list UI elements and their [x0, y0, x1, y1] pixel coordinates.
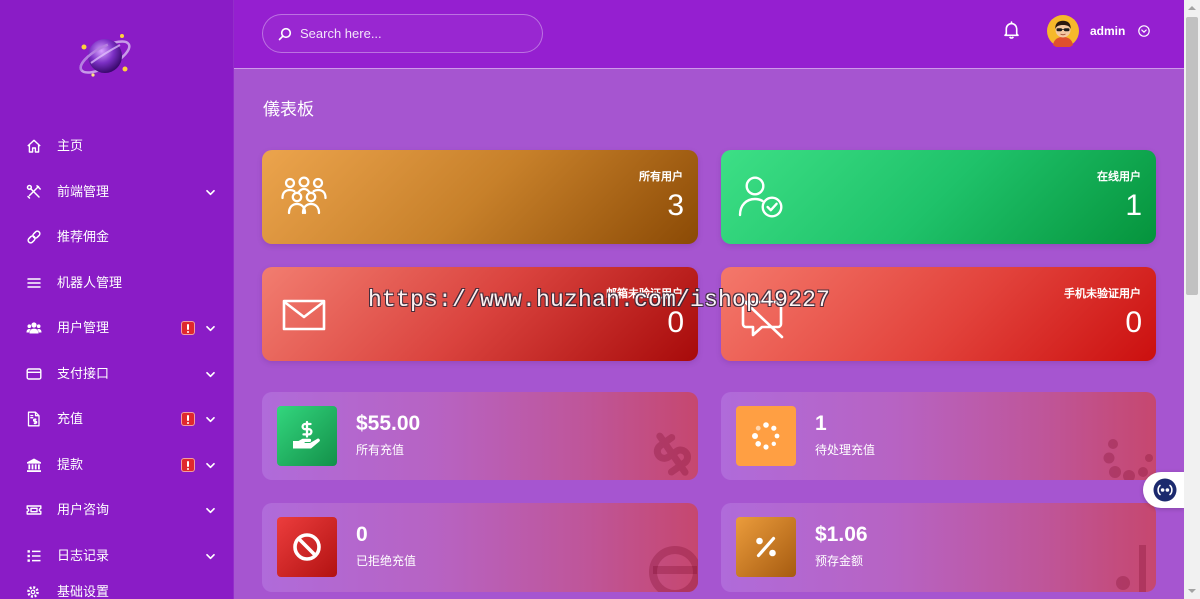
sidebar-item-settings[interactable]: 基础设置	[0, 584, 234, 599]
alert-badge-icon	[181, 458, 195, 472]
summary-label: 待处理充值	[815, 443, 876, 457]
chevron-down-icon[interactable]	[205, 551, 216, 562]
search-input[interactable]	[300, 23, 520, 43]
summary-label: 预存金额	[815, 554, 864, 568]
scroll-up-arrow[interactable]	[1184, 0, 1200, 16]
stat-card-online-users[interactable]: 在线用户 1	[721, 150, 1156, 244]
stat-label: 手机未验证用户	[1064, 288, 1141, 300]
chevron-down-icon[interactable]	[205, 323, 216, 334]
hand-holding-dollar-icon	[277, 406, 337, 466]
spinner-icon	[736, 406, 796, 466]
sidebar-item-recharge[interactable]: 充值	[0, 403, 234, 435]
sidebar-item-consult[interactable]: 用户咨询	[0, 494, 234, 526]
sidebar-item-payment[interactable]: 支付接口	[0, 358, 234, 390]
avatar-icon[interactable]	[1047, 15, 1079, 47]
dashboard-content: 儀表板 所有用户 3 在线用户 1 邮箱未验证用户 0 手机未验证用户 0 $5…	[234, 69, 1184, 599]
chart-bar-icon	[1115, 545, 1150, 592]
stat-value: 3	[667, 189, 684, 222]
sidebar-item-robot[interactable]: 机器人管理	[0, 267, 234, 299]
chevron-down-icon[interactable]	[205, 414, 216, 425]
alert-badge-icon	[181, 321, 195, 335]
envelope-icon	[280, 295, 328, 335]
sidebar-item-label: 用户管理	[57, 320, 110, 335]
dollar-icon	[648, 430, 698, 480]
summary-card-pending-recharge[interactable]: 1 待处理充值	[721, 392, 1156, 480]
scroll-down-arrow[interactable]	[1184, 583, 1200, 599]
link-icon	[26, 229, 42, 245]
chevron-down-icon[interactable]	[205, 460, 216, 471]
summary-value: 1	[815, 412, 827, 435]
bars-icon	[26, 275, 42, 291]
planet-logo-icon[interactable]	[73, 23, 137, 87]
sidebar: 主页 前端管理 推荐佣金 机器人管理 用户管理 支付接口 充值 提款 用户咨询 …	[0, 0, 234, 599]
sidebar-item-label: 日志记录	[57, 548, 110, 563]
users-group-icon	[280, 175, 328, 215]
users-icon	[26, 320, 42, 336]
sidebar-item-home[interactable]: 主页	[0, 130, 234, 162]
stat-card-email-unverified[interactable]: 邮箱未验证用户 0	[262, 267, 698, 361]
stat-card-phone-unverified[interactable]: 手机未验证用户 0	[721, 267, 1156, 361]
ban-icon	[645, 540, 698, 592]
spinner-icon	[1103, 436, 1156, 480]
stat-label: 所有用户	[639, 171, 683, 183]
summary-card-prepaid-amount[interactable]: $1.06 预存金额	[721, 503, 1156, 592]
gear-icon	[26, 585, 40, 599]
chevron-down-icon[interactable]	[205, 187, 216, 198]
summary-label: 所有充值	[356, 443, 405, 457]
search-icon	[278, 27, 292, 41]
summary-value: $1.06	[815, 523, 868, 546]
sidebar-item-label: 提款	[57, 457, 84, 472]
sidebar-item-label: 机器人管理	[57, 275, 123, 290]
sidebar-item-logs[interactable]: 日志记录	[0, 540, 234, 572]
ban-icon	[277, 517, 337, 577]
tools-icon	[26, 184, 42, 200]
sidebar-item-label: 基础设置	[57, 584, 110, 599]
sidebar-item-users[interactable]: 用户管理	[0, 312, 234, 344]
page-scrollbar[interactable]	[1184, 0, 1200, 599]
ticket-icon	[26, 502, 42, 518]
user-check-icon	[737, 173, 785, 221]
percent-icon	[736, 517, 796, 577]
sidebar-item-label: 用户咨询	[57, 502, 110, 517]
watermark-text: https://www.huzhan.com/ishop49227	[368, 287, 831, 313]
stat-label: 在线用户	[1097, 171, 1141, 183]
chevron-down-icon[interactable]	[205, 505, 216, 516]
sidebar-item-label: 主页	[57, 138, 84, 153]
page-title: 儀表板	[263, 100, 314, 119]
sidebar-item-label: 充值	[57, 411, 84, 426]
stat-value: 0	[1125, 306, 1142, 339]
user-name[interactable]: admin	[1090, 23, 1125, 39]
credit-card-icon	[26, 366, 42, 382]
file-invoice-dollar-icon	[26, 411, 42, 427]
bell-icon[interactable]	[1003, 21, 1020, 39]
search-box[interactable]	[262, 14, 543, 53]
summary-value: 0	[356, 523, 368, 546]
chevron-down-icon[interactable]	[205, 369, 216, 380]
list-icon	[26, 548, 42, 564]
stat-card-all-users[interactable]: 所有用户 3	[262, 150, 698, 244]
scrollbar-thumb[interactable]	[1186, 17, 1198, 295]
sidebar-item-label: 推荐佣金	[57, 229, 110, 244]
sidebar-item-referral[interactable]: 推荐佣金	[0, 221, 234, 253]
sidebar-item-withdraw[interactable]: 提款	[0, 449, 234, 481]
stat-value: 1	[1125, 189, 1142, 222]
chevron-circle-down-icon[interactable]	[1138, 25, 1150, 37]
summary-card-total-recharge[interactable]: $55.00 所有充值	[262, 392, 698, 480]
bank-icon	[26, 457, 42, 473]
sidebar-item-label: 支付接口	[57, 366, 110, 381]
home-icon	[26, 138, 42, 154]
summary-label: 已拒绝充值	[356, 554, 417, 568]
chat-widget-button[interactable]	[1143, 472, 1184, 508]
sidebar-item-frontend[interactable]: 前端管理	[0, 176, 234, 208]
summary-card-rejected-recharge[interactable]: 0 已拒绝充值	[262, 503, 698, 592]
top-header: admin	[234, 0, 1184, 69]
sidebar-item-label: 前端管理	[57, 184, 110, 199]
summary-value: $55.00	[356, 412, 421, 435]
alert-badge-icon	[181, 412, 195, 426]
